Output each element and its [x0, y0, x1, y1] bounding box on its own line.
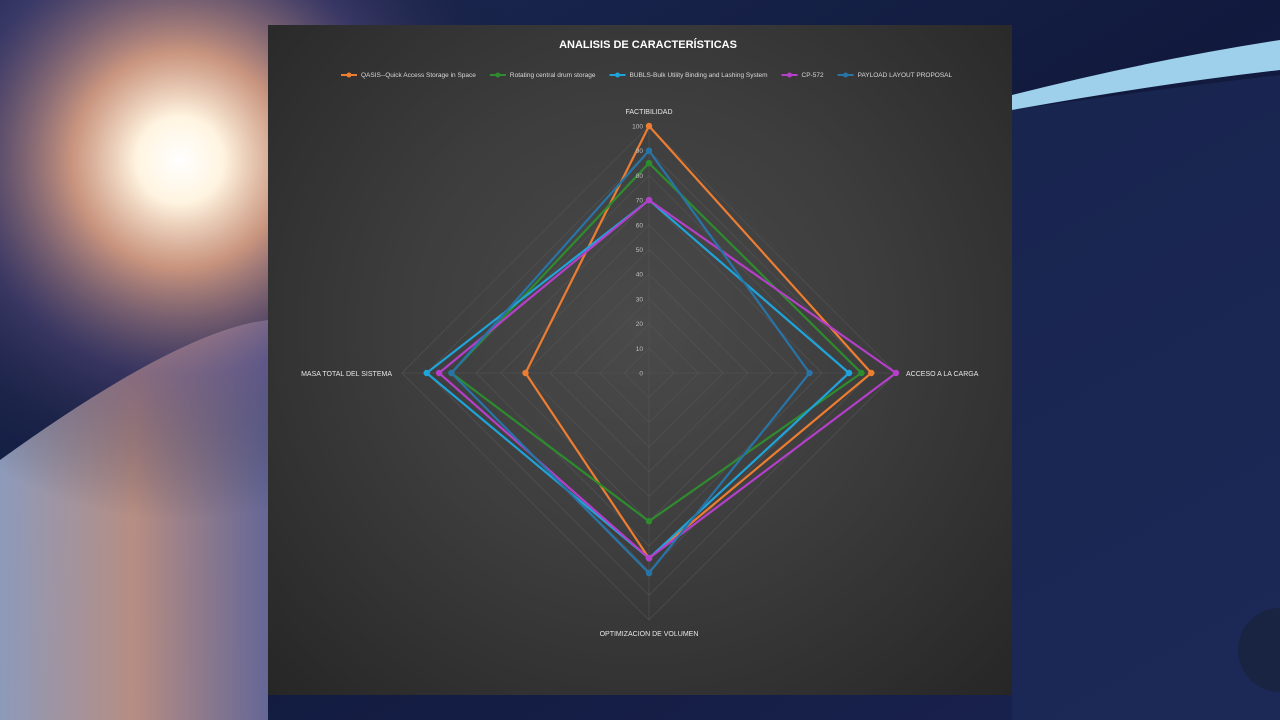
data-point	[645, 147, 653, 154]
legend-marker	[346, 72, 352, 78]
data-point	[435, 369, 443, 377]
legend-label: QASIS--Quick Access Storage in Space	[361, 72, 476, 79]
legend-entry-2: Rotating central drum storage	[489, 72, 596, 79]
series-2	[448, 159, 865, 525]
tick-label: 90	[636, 148, 644, 155]
chart-title: ANALISIS DE CARACTERÍSTICAS	[559, 38, 737, 51]
data-point	[645, 159, 653, 167]
tick-label: 70	[636, 198, 644, 205]
data-point	[645, 555, 653, 562]
data-point	[806, 369, 813, 377]
chart-panel: ANALISIS DE CARACTERÍSTICAS QASIS--Quick…	[268, 25, 1012, 695]
chart-legend: QASIS--Quick Access Storage in Space Rota…	[341, 72, 953, 79]
data-point	[892, 369, 900, 377]
data-point	[522, 369, 529, 377]
legend-label: BUBLS-Bulk Utility Binding and Lashing S…	[630, 72, 768, 79]
data-point	[448, 369, 455, 377]
tick-label: 30	[636, 296, 644, 303]
axis-label: FACTIBILIDAD	[625, 109, 672, 116]
legend-marker	[787, 72, 793, 78]
axis-label: OPTIMIZACION DE VOLUMEN	[600, 631, 699, 638]
legend-marker	[495, 72, 501, 78]
legend-entry-5: PAYLOAD LAYOUT PROPOSAL	[837, 72, 953, 79]
tick-label: 0	[639, 371, 643, 378]
tick-label: 10	[636, 346, 644, 353]
data-point	[645, 518, 653, 525]
tick-label: 40	[636, 272, 644, 279]
data-point	[645, 196, 653, 204]
legend-entry-4: CP-572	[781, 72, 824, 79]
data-point	[868, 369, 875, 377]
data-point	[858, 369, 865, 377]
series-line	[450, 161, 863, 523]
series-5	[448, 147, 813, 577]
data-point	[845, 369, 853, 377]
tick-label: 100	[632, 124, 643, 131]
radar-series	[423, 122, 900, 577]
tick-label: 60	[636, 222, 644, 229]
tick-label: 50	[636, 247, 644, 254]
axis-label: MASA TOTAL DEL SISTEMA	[301, 371, 392, 378]
legend-label: CP-572	[802, 72, 824, 79]
data-point	[645, 569, 653, 577]
tick-label: 80	[636, 173, 644, 180]
tick-label: 20	[636, 321, 644, 328]
data-point	[423, 369, 430, 377]
series-line	[524, 124, 873, 560]
legend-entry-3: BUBLS-Bulk Utility Binding and Lashing S…	[609, 72, 768, 79]
legend-label: PAYLOAD LAYOUT PROPOSAL	[858, 72, 953, 79]
legend-label: Rotating central drum storage	[510, 72, 596, 79]
legend-entry-1: QASIS--Quick Access Storage in Space	[341, 72, 476, 79]
radar-chart: ANALISIS DE CARACTERÍSTICAS QASIS--Quick…	[301, 38, 979, 638]
axis-label: ACCESO A LA CARGA	[906, 371, 979, 378]
data-point	[645, 122, 653, 130]
legend-marker	[843, 72, 849, 78]
legend-marker	[615, 72, 621, 78]
